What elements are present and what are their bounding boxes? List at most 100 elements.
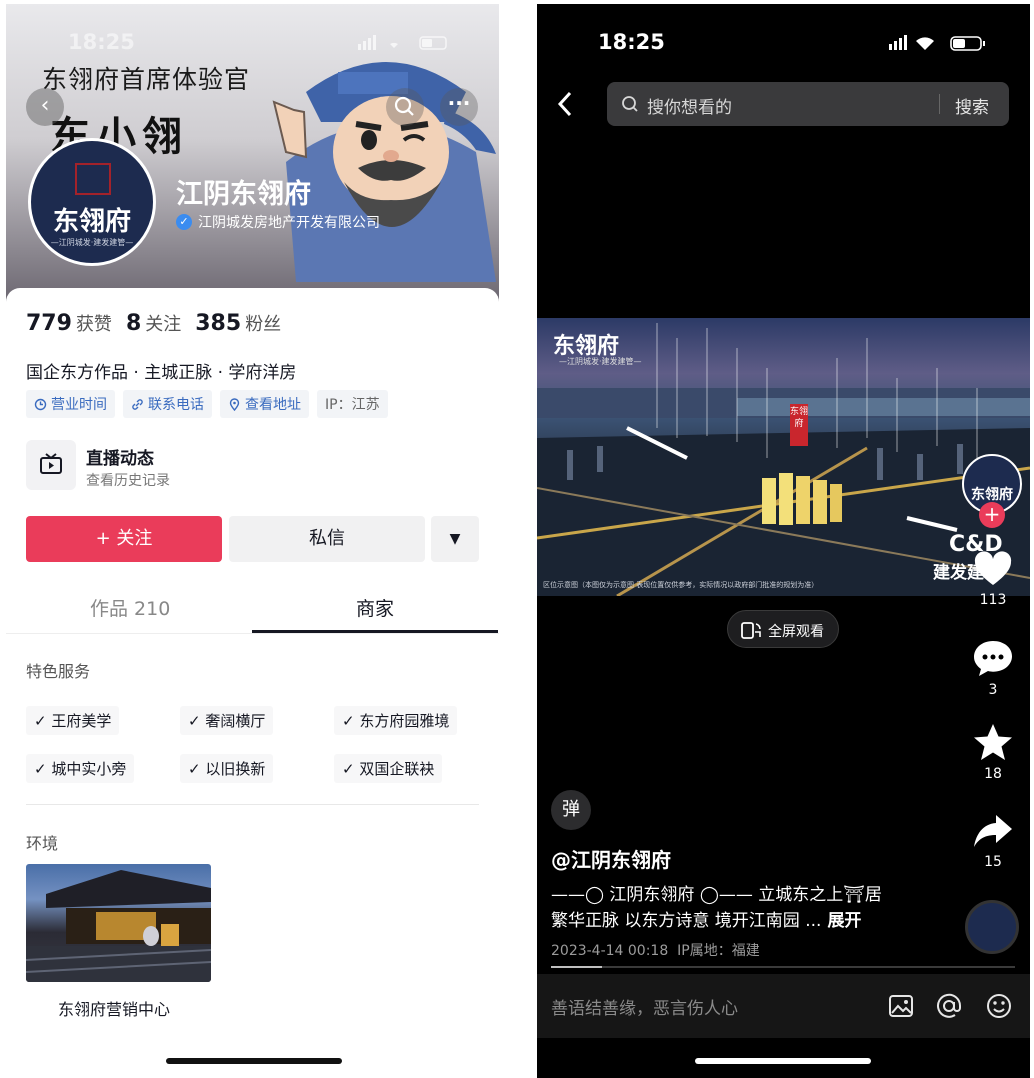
star-icon <box>974 724 1012 760</box>
follow-plus-button[interactable]: + <box>979 502 1005 528</box>
comment-count: 3 <box>988 682 998 698</box>
status-time: 18:25 <box>68 30 135 54</box>
search-button[interactable] <box>386 88 424 126</box>
mention-icon[interactable] <box>935 992 963 1020</box>
favorite-action[interactable]: 18 <box>967 722 1019 782</box>
favorite-count: 18 <box>984 766 1002 782</box>
tab-works[interactable]: 作品 210 <box>90 594 170 621</box>
feature-item: ✓ 东方府园雅境 <box>334 706 458 735</box>
like-count: 113 <box>979 592 1007 608</box>
fullscreen-button[interactable]: 全屏观看 <box>727 610 839 648</box>
like-action[interactable]: 113 <box>967 550 1019 608</box>
check-icon: ✓ <box>342 712 355 730</box>
ip-location-chip: IP：江苏 <box>317 390 388 418</box>
environment-title: 环境 <box>26 834 59 853</box>
shop-avatar[interactable]: 东翎府 —江阴城发·建发建管— <box>28 138 156 266</box>
check-icon: ✓ <box>188 760 201 778</box>
comment-input[interactable]: 善语结善缘，恶言伤人心 <box>551 994 738 1019</box>
check-icon: ✓ <box>342 760 355 778</box>
search-submit-button[interactable]: 搜索 <box>955 93 989 118</box>
comment-icon <box>974 641 1012 676</box>
share-count: 15 <box>984 854 1002 870</box>
feature-item: ✓ 奢阔横厅 <box>180 706 274 735</box>
comment-action[interactable]: 3 <box>967 638 1019 698</box>
dropdown-button[interactable]: ▼ <box>431 516 479 562</box>
search-bar[interactable]: 搜你想看的 搜索 <box>607 82 1009 126</box>
image-icon[interactable] <box>887 992 915 1020</box>
feature-item: ✓ 王府美学 <box>26 706 120 735</box>
profile-banner: 18:25 东翎府首席体验官 东小翎 ‹ ··· 东翎府 —江阴城发·建发建管—… <box>6 4 499 304</box>
rotate-screen-icon <box>741 622 761 639</box>
share-action[interactable]: 15 <box>967 812 1019 870</box>
search-placeholder[interactable]: 搜你想看的 <box>647 93 732 118</box>
video-player[interactable]: 东翎府 —江阴城发·建发建管— 东翎府 区位示意图（本图仅为示意图 表现位置仅供… <box>537 318 1030 596</box>
live-activity-row[interactable]: 直播动态 查看历史记录 <box>26 438 486 494</box>
video-progress-fill <box>551 966 603 968</box>
shop-name: 江阴东翎府 <box>176 179 311 210</box>
avatar-logo-sub: —江阴城发·建发建管— <box>50 238 134 247</box>
follow-button[interactable]: + 关注 <box>26 516 222 562</box>
danmaku-toggle-button[interactable]: 弹 <box>551 790 591 830</box>
message-button[interactable]: 私信 <box>229 516 425 562</box>
contact-phone-chip[interactable]: 联系电话 <box>123 390 212 418</box>
back-button[interactable] <box>555 90 575 126</box>
profile-screen: 18:25 东翎府首席体验官 东小翎 ‹ ··· 东翎府 —江阴城发·建发建管—… <box>6 4 499 1078</box>
environment-caption: 东翎府营销中心 <box>58 1000 171 1019</box>
tab-merchant[interactable]: 商家 <box>356 594 394 621</box>
search-separator <box>939 94 940 114</box>
video-disclaimer: 区位示意图（本图仅为示意图 表现位置仅供参考，实际情况以政府部门批准的规划为准） <box>543 581 819 589</box>
profile-panel: 779 获赞 8 关注 385 粉丝 国企东方作品 · 主城正脉 · 学府洋房 营业时… <box>6 288 499 1078</box>
active-tab-indicator <box>252 630 498 633</box>
music-disc-icon[interactable] <box>965 900 1019 954</box>
chevron-left-icon <box>557 91 572 117</box>
business-hours-chip[interactable]: 营业时间 <box>26 390 115 418</box>
info-chips: 营业时间 联系电话 查看地址 IP：江苏 <box>26 390 388 418</box>
profile-tabs: 作品 210 商家 <box>6 588 499 634</box>
caret-down-icon: ▼ <box>449 531 461 547</box>
video-description-line1: ——◯ 江阴东翎府 ◯—— 立城东之上⛩居 <box>551 885 882 905</box>
check-icon: ✓ <box>34 712 47 730</box>
video-screen: 18:25 搜你想看的 搜索 东翎府 —江阴城发·建发建管— 东翎府 区位示意图… <box>537 4 1030 1078</box>
status-time: 18:25 <box>598 30 665 54</box>
search-icon <box>394 96 414 116</box>
profile-stats: 779 获赞 8 关注 385 粉丝 <box>26 310 281 336</box>
video-progress-bar[interactable] <box>551 966 1015 968</box>
banner-slogan: 东翎府首席体验官 <box>42 65 251 94</box>
likes-stat[interactable]: 779 获赞 <box>26 310 112 336</box>
expand-button[interactable]: 展开 <box>827 911 861 931</box>
verified-icon: ✓ <box>176 214 192 230</box>
view-address-chip[interactable]: 查看地址 <box>220 390 309 418</box>
following-stat[interactable]: 8 关注 <box>126 310 181 336</box>
features-title: 特色服务 <box>26 662 91 681</box>
home-indicator[interactable] <box>695 1058 871 1064</box>
link-icon <box>132 398 143 410</box>
comment-bar: 善语结善缘，恶言伤人心 <box>537 974 1030 1038</box>
video-author[interactable]: @江阴东翎府 <box>551 844 671 873</box>
verified-company-name: 江阴城发房地产开发有限公司 <box>198 215 380 231</box>
live-subtitle: 查看历史记录 <box>86 473 170 489</box>
signal-wifi-battery-icon <box>889 35 985 51</box>
home-indicator[interactable] <box>166 1058 342 1064</box>
more-button[interactable]: ··· <box>440 88 478 126</box>
live-title: 直播动态 <box>86 449 154 469</box>
section-divider <box>26 804 479 805</box>
share-icon <box>974 815 1012 847</box>
check-icon: ✓ <box>34 760 47 778</box>
project-location-tag: 东翎府 <box>790 404 808 446</box>
post-date: 2023-4-14 00:18 <box>551 943 669 959</box>
environment-photo[interactable] <box>26 864 211 982</box>
tv-icon <box>26 440 76 490</box>
clock-icon <box>34 398 47 410</box>
fullscreen-label: 全屏观看 <box>768 624 824 640</box>
back-button[interactable]: ‹ <box>26 88 64 126</box>
video-description-line2: 繁华正脉 以东方诗意 境开江南园 ... 展开 <box>551 911 862 931</box>
check-icon: ✓ <box>188 712 201 730</box>
verified-company: ✓ 江阴城发房地产开发有限公司 <box>176 212 380 232</box>
status-icons <box>889 34 989 52</box>
ip-location: IP属地：福建 <box>677 943 760 959</box>
mascot-illustration <box>272 62 496 282</box>
more-icon: ··· <box>447 91 471 115</box>
fans-stat[interactable]: 385 粉丝 <box>195 310 281 336</box>
feature-item: ✓ 城中实小旁 <box>26 754 135 783</box>
emoji-icon[interactable] <box>985 992 1013 1020</box>
